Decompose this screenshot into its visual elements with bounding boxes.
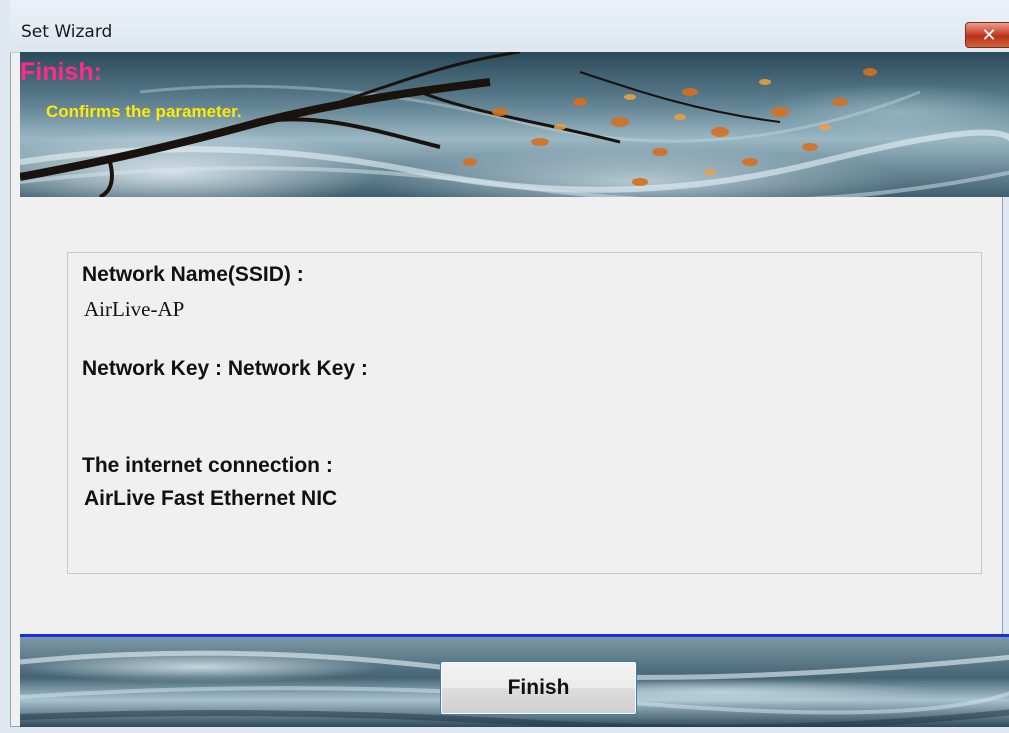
close-button[interactable]: ✕ — [965, 22, 1009, 48]
ssid-label: Network Name(SSID) : — [82, 263, 304, 286]
window-title: Set Wizard — [21, 22, 113, 42]
internet-connection-label: The internet connection : — [82, 454, 333, 477]
network-key-label: Network Key : Network Key : — [82, 357, 368, 380]
internet-connection-value: AirLive Fast Ethernet NIC — [84, 487, 338, 510]
header-banner: Finish: Confirms the parameter. — [20, 52, 1009, 197]
finish-button[interactable]: Finish — [440, 661, 637, 715]
summary-panel: Network Name(SSID) : AirLive-AP Network … — [67, 252, 982, 574]
banner-subtitle: Confirms the parameter. — [46, 102, 242, 121]
banner-river-image — [20, 52, 1009, 197]
close-icon: ✕ — [981, 24, 997, 45]
title-bar: Set Wizard ✕ — [10, 0, 1009, 53]
banner-title: Finish: — [20, 58, 102, 86]
wizard-window: Set Wizard ✕ Finish: Confirms the parame… — [0, 0, 1009, 733]
ssid-value: AirLive-AP — [84, 297, 185, 321]
